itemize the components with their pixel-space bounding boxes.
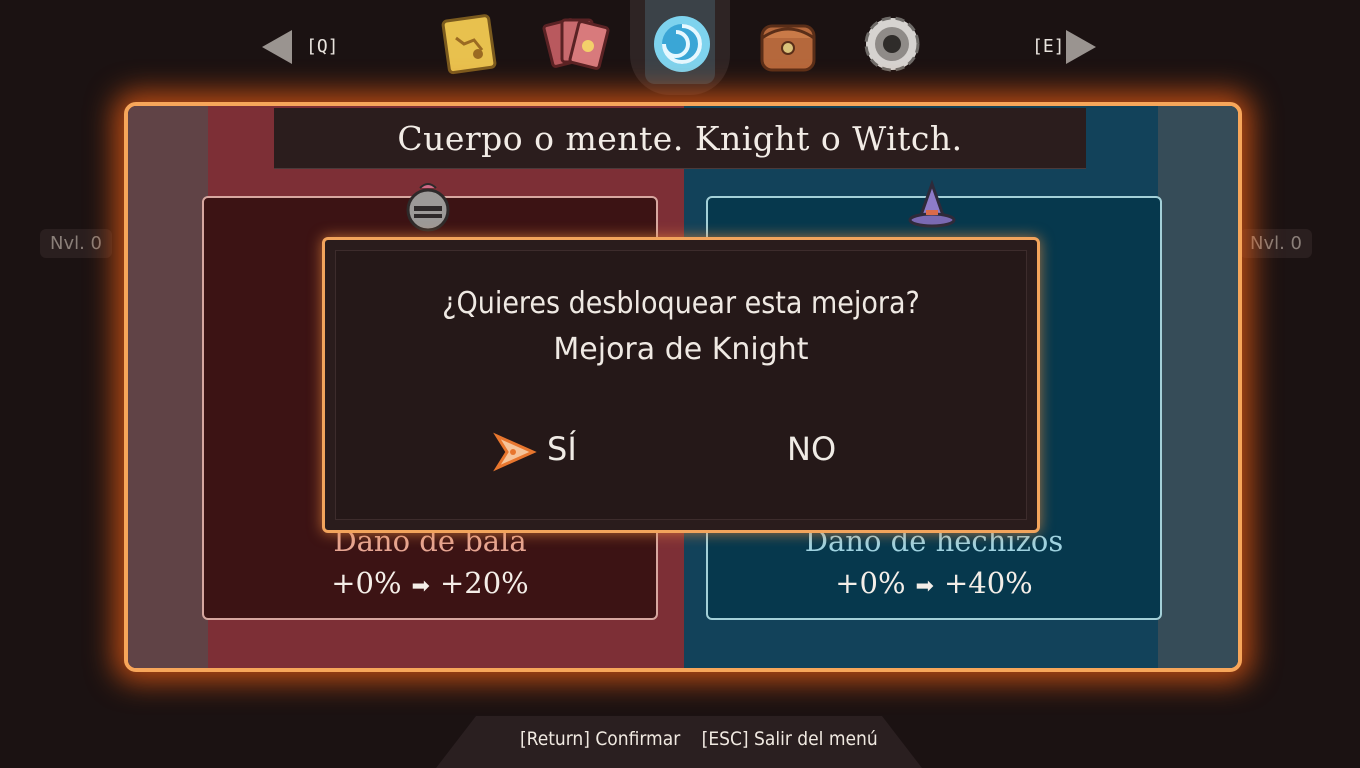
satchel-icon — [760, 24, 816, 72]
gear-icon — [864, 16, 920, 72]
prev-key-hint: [Q] — [306, 36, 339, 57]
knight-stat-to: +20% — [439, 566, 529, 600]
witch-stat-from: +0% — [835, 566, 906, 600]
footer-hints: [Return] Confirmar [ESC] Salir del menú — [520, 728, 894, 750]
treasure-map-icon — [441, 14, 497, 75]
tab-portal[interactable] — [646, 8, 718, 80]
exit-hint: [ESC] Salir del menú — [701, 728, 878, 750]
witch-hat-icon — [908, 179, 956, 228]
witch-emblem — [904, 178, 960, 234]
next-page-arrow-icon[interactable] — [1066, 30, 1096, 64]
tab-bag[interactable] — [752, 8, 824, 80]
prev-page-arrow-icon[interactable] — [262, 30, 292, 64]
confirm-hint: [Return] Confirmar — [520, 728, 681, 750]
tab-cards[interactable] — [540, 8, 612, 80]
panel-title: Cuerpo o mente. Knight o Witch. — [397, 118, 963, 158]
top-nav: [Q] [E] — [0, 0, 1360, 95]
knight-stat-from: +0% — [331, 566, 402, 600]
dialog-subject: Mejora de Knight — [553, 332, 809, 367]
knight-decoration — [128, 106, 208, 668]
knight-emblem — [400, 178, 456, 234]
right-level-label: Nvl. 0 — [1240, 229, 1313, 258]
selection-cursor-icon — [493, 432, 537, 472]
witch-stat-values: +0% ➡ +40% — [708, 566, 1160, 600]
cards-icon — [542, 18, 610, 70]
portal-vortex-icon — [654, 16, 710, 72]
no-button[interactable]: NO — [787, 430, 836, 468]
panel-title-banner: Cuerpo o mente. Knight o Witch. — [274, 108, 1086, 169]
arrow-right-icon: ➡ — [411, 574, 430, 599]
left-level-label: Nvl. 0 — [40, 229, 113, 258]
tab-settings[interactable] — [856, 8, 928, 80]
witch-decoration — [1158, 106, 1238, 668]
knight-helmet-icon — [406, 183, 450, 232]
dialog-question: ¿Quieres desbloquear esta mejora? — [442, 286, 920, 321]
knight-stat-values: +0% ➡ +20% — [204, 566, 656, 600]
witch-stat-to: +40% — [943, 566, 1033, 600]
tab-map[interactable] — [434, 8, 506, 80]
yes-button[interactable]: SÍ — [547, 430, 577, 468]
unlock-confirm-dialog: ¿Quieres desbloquear esta mejora? Mejora… — [322, 237, 1040, 533]
arrow-right-icon: ➡ — [915, 574, 934, 599]
next-key-hint: [E] — [1032, 36, 1065, 57]
